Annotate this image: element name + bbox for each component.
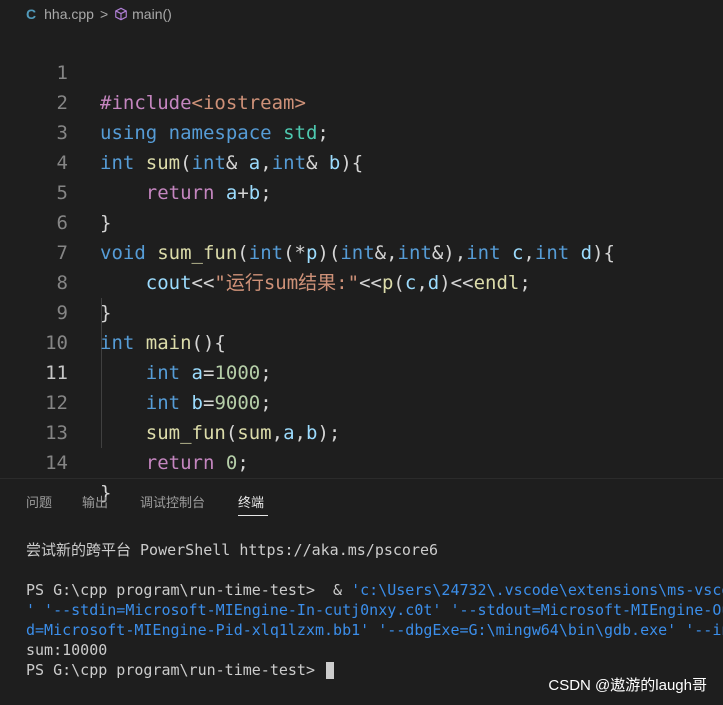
terminal-line: d=Microsoft-MIEngine-Pid-xlq1lzxm.bb1' '… [26,621,723,639]
code-line[interactable]: 13 return 0; [0,388,723,474]
number-literal: 0 [225,452,238,474]
terminal-line: PS G:\cpp program\run-time-test> & 'c:\U… [26,580,723,600]
active-tab-indicator [238,515,268,516]
code-editor[interactable]: 1 #include<iostream> 2 using namespace s… [0,28,723,504]
punctuation: ; [237,452,249,474]
code-line[interactable]: 14 } [0,418,723,504]
tab-debug-console[interactable]: 调试控制台 [140,492,205,511]
code-line[interactable]: 8 } [0,238,723,324]
terminal-cursor [326,662,335,679]
watermark: CSDN @遨游的laugh哥 [544,672,711,697]
tab-terminal[interactable]: 终端 [238,492,264,511]
breadcrumb: C hha.cpp > main() [0,0,723,28]
code-line[interactable]: 10 int a=1000; [0,298,723,384]
terminal-prompt: PS G:\cpp program\run-time-test> [26,661,325,679]
line-number: 14 [45,452,68,474]
code-line[interactable]: 2 using namespace std; [0,58,723,144]
breadcrumb-separator: > [99,6,109,22]
code-line[interactable]: 1 #include<iostream> [0,28,723,114]
breadcrumb-symbol[interactable]: main() [132,6,172,22]
code-line[interactable]: 4 return a+b; [0,118,723,204]
code-line[interactable]: 12 sum_fun(sum,a,b); [0,358,723,444]
terminal-line: PS G:\cpp program\run-time-test> [26,660,335,680]
terminal-command: 'c:\Users\24732\.vscode\extensions\ms-vs… [351,581,723,599]
code-line-current[interactable]: 11 int b=9000; [0,328,723,414]
code-line[interactable]: 7 cout<<"运行sum结果:"<<p(c,d)<<endl; [0,208,723,294]
method-cube-icon [115,7,127,21]
terminal-line: ' '--stdin=Microsoft-MIEngine-In-cutj0nx… [26,601,723,619]
terminal-line: 尝试新的跨平台 PowerShell https://aka.ms/pscore… [26,541,439,559]
code-line[interactable]: 9 int main(){ [0,268,723,354]
terminal-prompt: PS G:\cpp program\run-time-test> & [26,581,352,599]
panel-tabs: 问题 输出 调试控制台 终端 [0,488,723,518]
code-line[interactable]: 3 int sum(int& a,int& b){ [0,88,723,174]
breadcrumb-file[interactable]: hha.cpp [44,6,94,22]
tab-output[interactable]: 输出 [82,492,108,511]
code-line[interactable]: 6 void sum_fun(int(*p)(int&,int&),int c,… [0,178,723,264]
panel-divider [0,478,723,479]
code-line[interactable]: 5 } [0,148,723,234]
terminal-line: sum:10000 [26,641,108,659]
keyword: return [145,452,215,474]
cpp-file-icon: C [26,6,37,22]
tab-problems[interactable]: 问题 [26,492,52,511]
terminal-output[interactable]: 尝试新的跨平台 PowerShell https://aka.ms/pscore… [26,536,723,679]
